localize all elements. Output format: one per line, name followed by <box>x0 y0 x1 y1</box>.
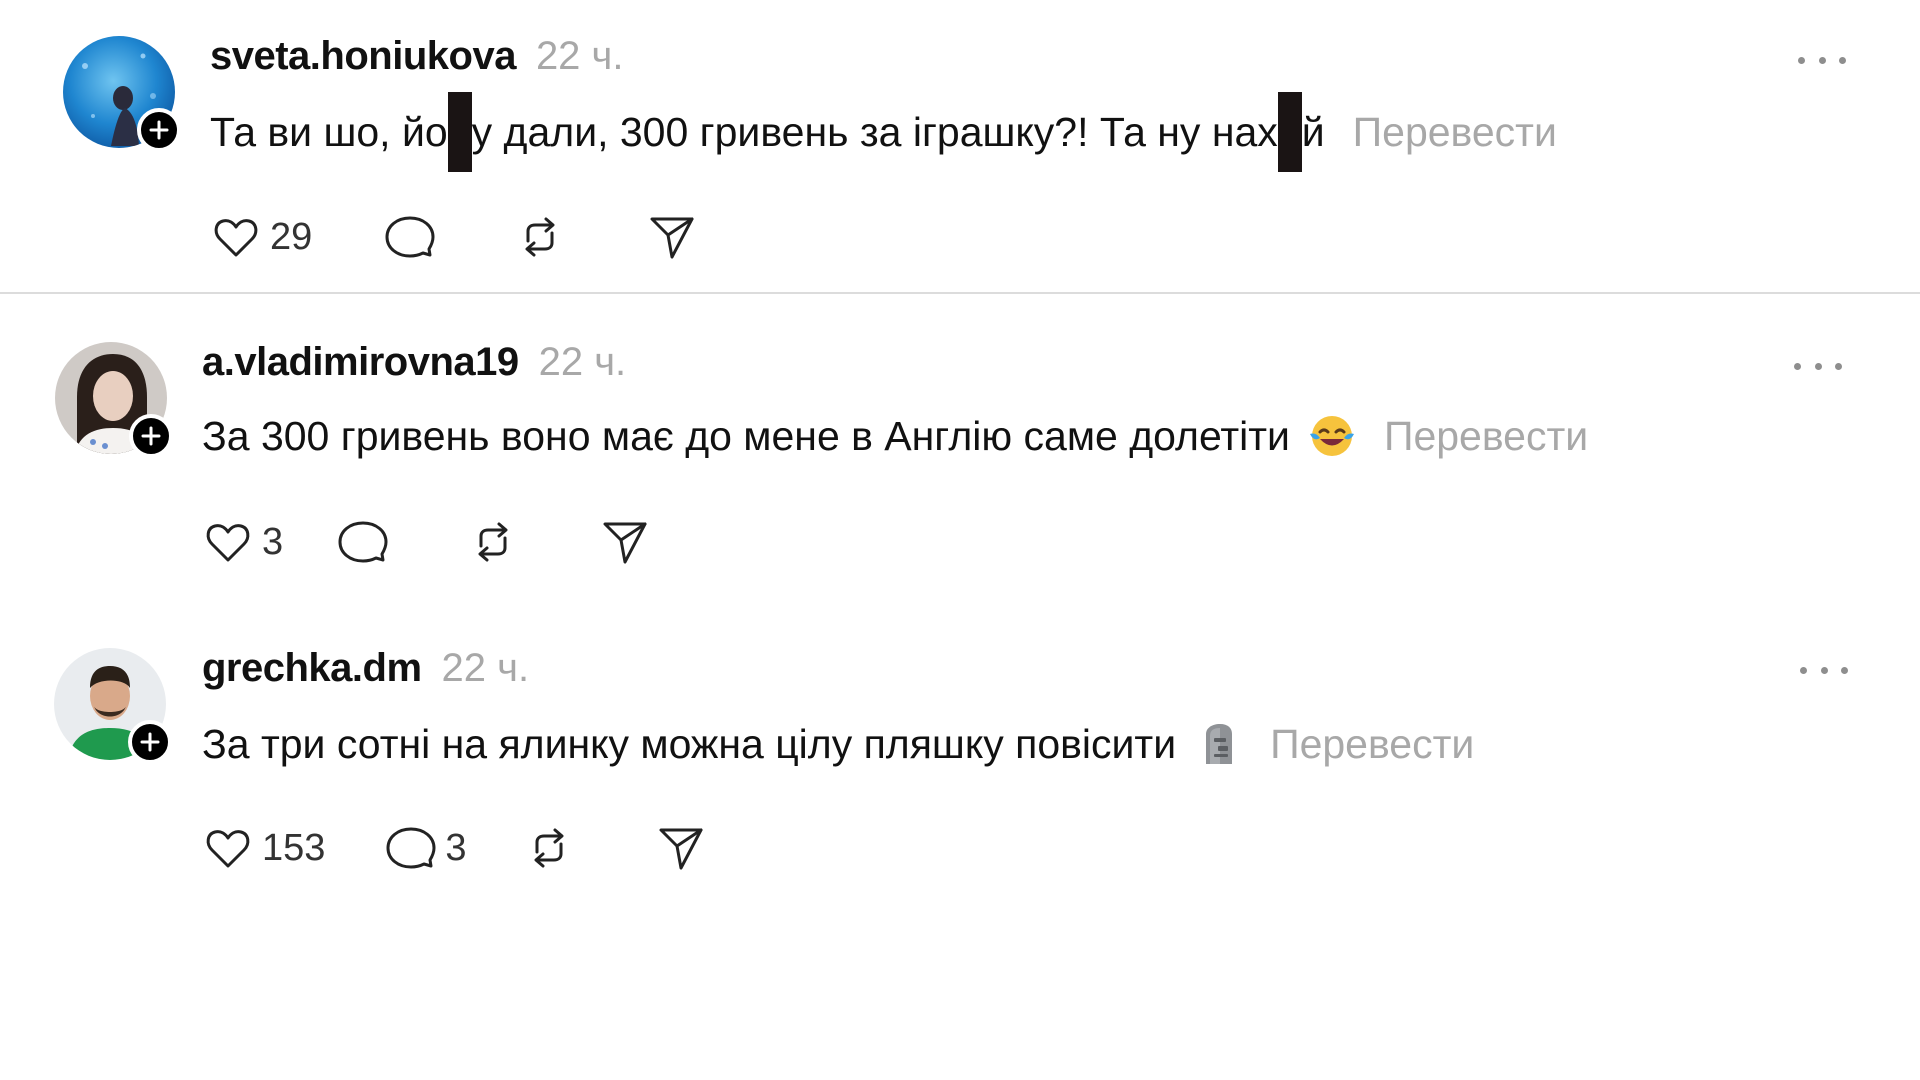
reply-count: 3 <box>445 826 467 869</box>
plus-icon <box>149 120 169 140</box>
share-button[interactable] <box>644 207 700 267</box>
post-text: За 300 гривень воно має до мене в Англію… <box>202 408 1588 464</box>
timestamp[interactable]: 22 ч. <box>539 340 627 385</box>
like-count: 153 <box>262 826 326 869</box>
post-text: Та ви шо, йо у дали, 300 гривень за ігра… <box>210 92 1557 172</box>
action-bar: 153 3 <box>200 818 709 878</box>
username[interactable]: a.vladimirovna19 <box>202 340 519 385</box>
timestamp[interactable]: 22 ч. <box>442 646 530 691</box>
avatar[interactable] <box>55 342 173 458</box>
post-header: a.vladimirovna19 22 ч. <box>202 340 626 390</box>
translate-link[interactable]: Перевести <box>1353 109 1557 156</box>
heart-icon <box>206 524 250 562</box>
post-header: sveta.honiukova 22 ч. <box>210 34 624 84</box>
comment-icon <box>385 216 435 258</box>
follow-button[interactable] <box>128 720 172 764</box>
comment-button[interactable] <box>382 207 438 267</box>
like-count: 29 <box>270 215 313 258</box>
redaction-bar <box>1277 92 1302 172</box>
redaction-bar <box>447 92 472 172</box>
action-bar: 3 <box>200 512 653 572</box>
repost-button[interactable] <box>521 818 577 878</box>
post-text-part: у дали, 300 гривень за іграшку?! Та ну н… <box>471 108 1278 155</box>
comment-icon <box>386 827 436 869</box>
post-header: grechka.dm 22 ч. <box>202 646 529 696</box>
share-icon <box>603 522 647 564</box>
comment-icon <box>338 521 388 563</box>
more-icon[interactable] <box>1794 354 1842 378</box>
plus-icon <box>141 426 161 446</box>
share-icon <box>659 828 703 870</box>
action-bar: 29 <box>208 207 700 267</box>
more-icon[interactable] <box>1798 48 1846 72</box>
like-count: 3 <box>262 520 284 563</box>
more-icon[interactable] <box>1800 658 1848 682</box>
tears-of-joy-emoji <box>1308 412 1356 460</box>
repost-icon <box>478 522 508 562</box>
like-button[interactable]: 29 <box>208 207 312 267</box>
timestamp[interactable]: 22 ч. <box>536 34 624 79</box>
like-button[interactable]: 3 <box>200 512 283 572</box>
share-button[interactable] <box>653 818 709 878</box>
comment-button[interactable]: 3 <box>383 818 467 878</box>
share-button[interactable] <box>597 512 653 572</box>
plus-icon <box>140 732 160 752</box>
translate-link[interactable]: Перевести <box>1270 721 1474 768</box>
username[interactable]: grechka.dm <box>202 646 422 691</box>
post-text-content: За три сотні на ялинку можна цілу пляшку… <box>202 720 1177 767</box>
comment-button[interactable] <box>335 512 391 572</box>
like-button[interactable]: 153 <box>200 818 325 878</box>
post-text: За три сотні на ялинку можна цілу пляшку… <box>202 716 1474 772</box>
divider <box>0 292 1920 294</box>
follow-button[interactable] <box>137 108 181 152</box>
username[interactable]: sveta.honiukova <box>210 34 516 79</box>
heart-icon <box>214 219 258 257</box>
heart-icon <box>206 830 250 868</box>
repost-button[interactable] <box>465 512 521 572</box>
avatar[interactable] <box>63 36 181 152</box>
moai-emoji <box>1194 720 1242 768</box>
repost-icon <box>534 828 564 868</box>
share-icon <box>650 217 694 259</box>
post-text-part: Та ви шо, йо <box>210 108 448 155</box>
translate-link[interactable]: Перевести <box>1384 413 1588 460</box>
repost-icon <box>525 217 555 257</box>
avatar[interactable] <box>54 648 172 764</box>
repost-button[interactable] <box>512 207 568 267</box>
follow-button[interactable] <box>129 414 173 458</box>
post-text-part: й <box>1301 108 1325 155</box>
post-text-content: За 300 гривень воно має до мене в Англію… <box>202 412 1290 459</box>
replies-feed: sveta.honiukova 22 ч. Та ви шо, йо у дал… <box>0 0 1920 1080</box>
